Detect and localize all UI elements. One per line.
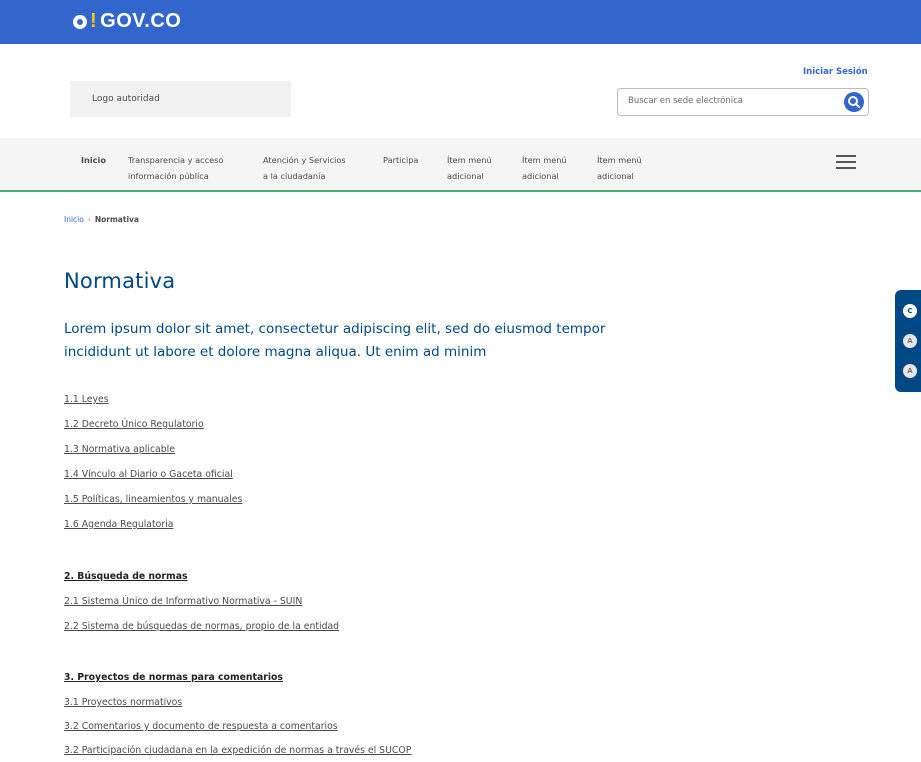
nav-item-label: Ítem menú	[597, 155, 642, 165]
nav-item-transparencia[interactable]: Transparencia y acceso información públi…	[128, 152, 223, 184]
breadcrumb-home[interactable]: Inicio	[64, 215, 84, 224]
main-nav: Inicio Transparencia y acceso informació…	[0, 138, 921, 192]
hamburger-menu-icon[interactable]	[836, 155, 856, 169]
link-comentarios[interactable]: 3.2 Comentarios y documento de respuesta…	[64, 721, 338, 732]
nav-item-label: Transparencia y acceso	[128, 155, 224, 165]
link-proyectos-normativos[interactable]: 3.1 Proyectos normativos	[64, 697, 182, 708]
link-decreto[interactable]: 1.2 Decreto Único Regulatorio	[64, 419, 204, 430]
nav-item-label: Inicio	[81, 155, 106, 165]
page-intro: Lorem ipsum dolor sit amet, consectetur …	[64, 321, 606, 360]
link-diario-gaceta[interactable]: 1.4 Vínculo al Diario o Gaceta oficial	[64, 469, 233, 480]
gov-logo-text: GOV.CO	[100, 10, 182, 32]
breadcrumb-separator: ›	[87, 215, 91, 224]
link-politicas[interactable]: 1.5 Políticas, lineamientos y manuales	[64, 494, 242, 505]
nav-item-label: Atención y Servicios	[263, 155, 346, 165]
link-agenda-regulatoria[interactable]: 1.6 Agenda Regulatoria	[64, 519, 173, 530]
authority-logo-text: Logo autoridad	[92, 94, 160, 104]
search-icon	[848, 96, 860, 108]
nav-item-label-line2: información pública	[128, 171, 209, 181]
contrast-button[interactable]: C	[903, 304, 917, 318]
nav-item-adicional-3[interactable]: Ítem menú adicional	[597, 152, 642, 184]
nav-item-participa[interactable]: Participa	[383, 152, 418, 168]
nav-item-label-line2: adicional	[597, 171, 634, 181]
search-button[interactable]	[844, 92, 864, 112]
decrease-font-button[interactable]: A	[903, 334, 917, 348]
nav-item-label: Ítem menú	[522, 155, 567, 165]
link-suin[interactable]: 2.1 Sistema Único de Informativo Normati…	[64, 596, 302, 607]
breadcrumb-current: Normativa	[94, 215, 139, 224]
link-sucop[interactable]: 3.2 Participación ciudadana en la expedi…	[64, 745, 411, 756]
breadcrumb: Inicio › Normativa	[64, 215, 139, 224]
page-title: Normativa	[64, 269, 176, 293]
section-busqueda-normas[interactable]: 2. Búsqueda de normas	[64, 571, 188, 582]
search-box	[617, 88, 869, 116]
nav-item-adicional-1[interactable]: Ítem menú adicional	[447, 152, 492, 184]
nav-item-atencion[interactable]: Atención y Servicios a la ciudadanía	[263, 152, 346, 184]
login-link[interactable]: Iniciar Sesión	[803, 67, 868, 77]
accessibility-bar: C A A	[895, 290, 921, 392]
nav-item-adicional-2[interactable]: Ítem menú adicional	[522, 152, 567, 184]
gov-logo-exclamation: !	[90, 10, 98, 32]
nav-item-label-line2: adicional	[522, 171, 559, 181]
gov-co-logo[interactable]: ! GOV.CO	[73, 10, 181, 33]
nav-item-inicio[interactable]: Inicio	[81, 152, 106, 168]
nav-item-label-line2: a la ciudadanía	[263, 171, 326, 181]
search-input[interactable]	[626, 95, 830, 107]
authority-logo[interactable]: Logo autoridad	[70, 81, 291, 117]
link-busqueda-entidad[interactable]: 2.2 Sistema de búsquedas de normas, prop…	[64, 621, 339, 632]
nav-item-label-line2: adicional	[447, 171, 484, 181]
nav-item-label: Participa	[383, 155, 419, 165]
link-leyes[interactable]: 1.1 Leyes	[64, 394, 109, 405]
gov-logo-icon	[73, 14, 87, 29]
nav-item-label: Ítem menú	[447, 155, 492, 165]
section-proyectos-normas[interactable]: 3. Proyectos de normas para comentarios	[64, 672, 283, 683]
increase-font-button[interactable]: A	[903, 364, 917, 378]
gov-topbar: ! GOV.CO	[0, 0, 921, 44]
link-normativa-aplicable[interactable]: 1.3 Normativa aplicable	[64, 444, 175, 455]
